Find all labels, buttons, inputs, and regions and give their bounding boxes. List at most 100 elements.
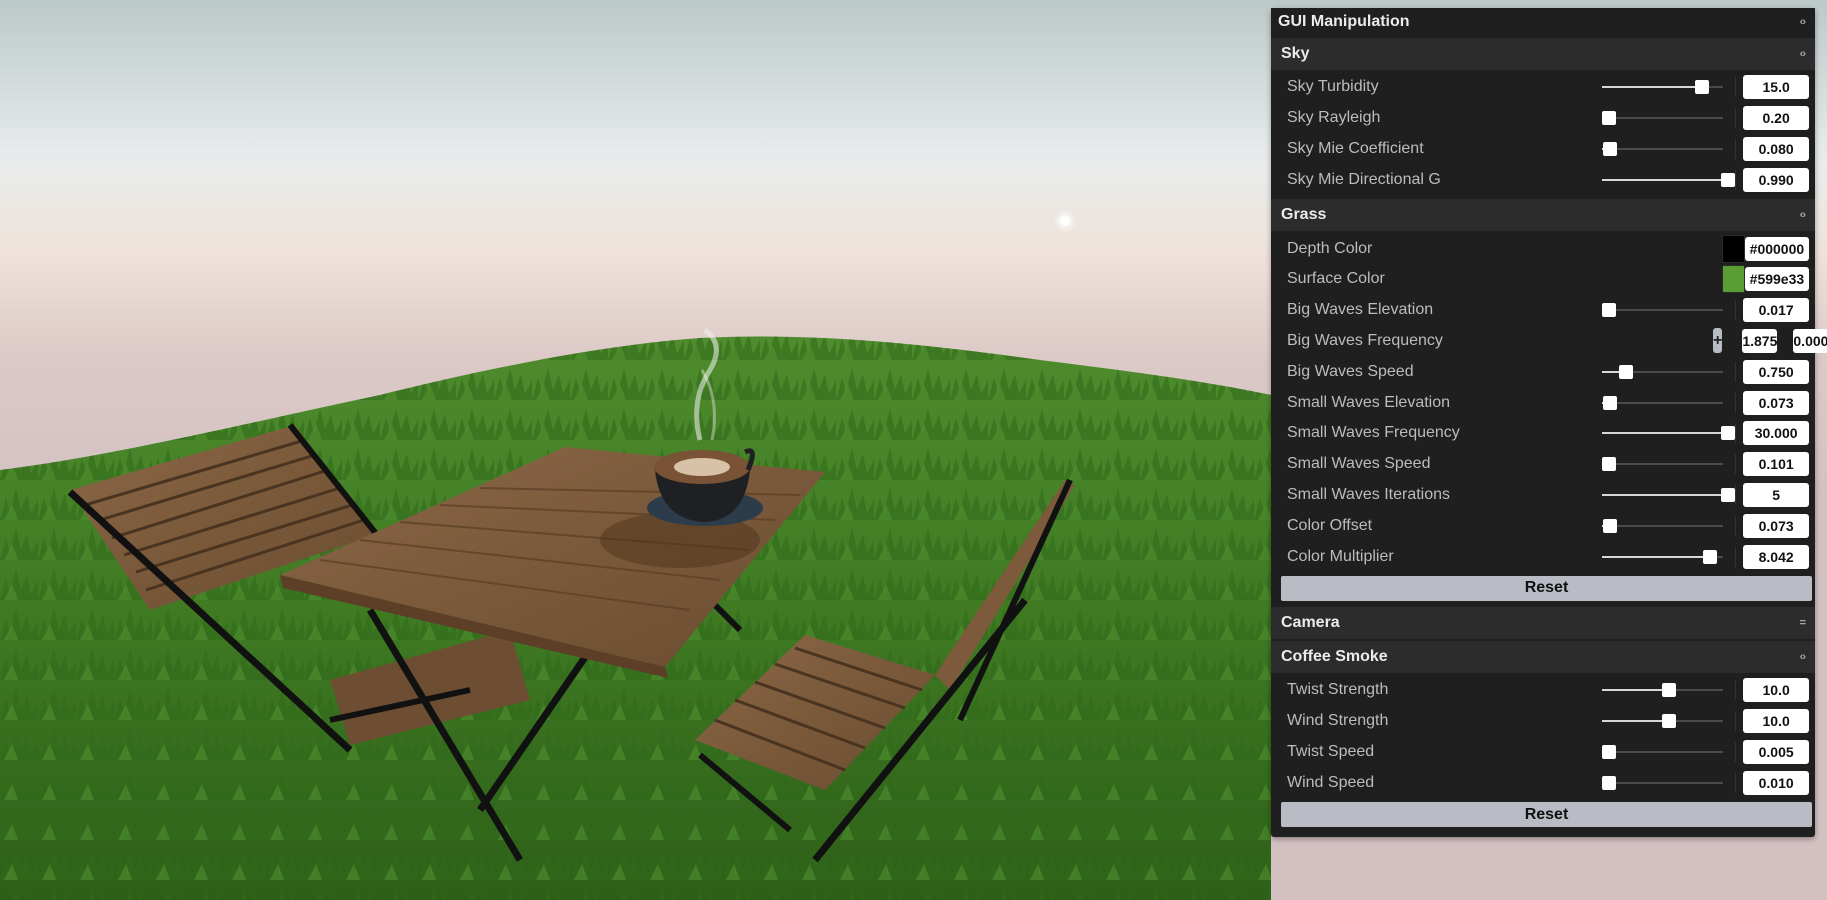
slider-thumb[interactable] xyxy=(1602,303,1616,318)
coffee-smoke-reset-button[interactable]: Reset xyxy=(1281,802,1812,828)
slider-track xyxy=(1602,117,1724,120)
slider-row: Color Multiplier 8.042 xyxy=(1271,541,1815,572)
slider-thumb[interactable] xyxy=(1603,518,1617,533)
slider[interactable] xyxy=(1602,549,1724,564)
folder-grass[interactable]: Grass ‹› xyxy=(1271,199,1815,232)
slider-thumb[interactable] xyxy=(1721,172,1735,187)
slider-fill xyxy=(1602,432,1735,435)
slider-thumb[interactable] xyxy=(1603,141,1617,156)
slider-track xyxy=(1602,463,1724,466)
slider-thumb[interactable] xyxy=(1662,714,1676,729)
number-input[interactable]: 15.0 xyxy=(1743,75,1809,100)
slider-row: Small Waves Iterations 5 xyxy=(1271,480,1815,511)
collapse-toggle-icon[interactable]: ‹› xyxy=(1800,16,1806,28)
number-input[interactable]: 10.0 xyxy=(1743,709,1809,734)
control-label: Surface Color xyxy=(1287,270,1385,288)
slider[interactable] xyxy=(1602,111,1724,126)
folder-sky[interactable]: Sky ‹› xyxy=(1271,38,1815,70)
slider[interactable] xyxy=(1602,172,1735,187)
slider[interactable] xyxy=(1602,744,1724,759)
move-icon[interactable]: + xyxy=(1713,328,1723,354)
depth-color-swatch[interactable] xyxy=(1722,234,1745,263)
control-label: Sky Turbidity xyxy=(1287,78,1379,96)
slider-track xyxy=(1602,524,1724,527)
slider-row: Small Waves Elevation 0.073 xyxy=(1271,387,1815,418)
divider xyxy=(1735,741,1737,762)
control-label: Big Waves Speed xyxy=(1287,362,1414,380)
collapse-toggle-icon[interactable]: ‹› xyxy=(1800,209,1806,221)
slider-thumb[interactable] xyxy=(1602,775,1616,790)
divider xyxy=(1735,546,1737,567)
slider-thumb[interactable] xyxy=(1603,395,1617,410)
slider[interactable] xyxy=(1602,426,1735,441)
folder-label: Coffee Smoke xyxy=(1281,647,1388,665)
number-input[interactable]: 0.080 xyxy=(1743,136,1809,161)
slider-track xyxy=(1602,401,1724,404)
number-input[interactable]: 0.017 xyxy=(1743,298,1809,323)
slider-fill xyxy=(1602,720,1669,723)
folder-label: Camera xyxy=(1281,613,1340,631)
number-input[interactable]: 0.005 xyxy=(1743,739,1809,764)
gui-title-bar[interactable]: GUI Manipulation ‹› xyxy=(1271,8,1815,36)
slider-thumb[interactable] xyxy=(1703,549,1717,564)
number-input-x[interactable]: 1.875 xyxy=(1742,328,1778,353)
slider-row: Sky Mie Directional G 0.990 xyxy=(1271,164,1815,195)
number-input[interactable]: 0.990 xyxy=(1743,167,1809,192)
number-input[interactable]: 0.750 xyxy=(1743,359,1809,384)
surface-color-swatch[interactable] xyxy=(1722,265,1745,294)
slider-fill xyxy=(1602,555,1710,558)
collapse-toggle-icon[interactable]: ‹› xyxy=(1800,48,1806,60)
number-input[interactable]: 0.073 xyxy=(1743,513,1809,538)
folder-label: Sky xyxy=(1281,45,1310,62)
divider xyxy=(1735,361,1737,382)
number-input[interactable]: 0.20 xyxy=(1743,106,1809,131)
slider-thumb[interactable] xyxy=(1695,80,1709,95)
slider[interactable] xyxy=(1602,395,1724,410)
number-input[interactable]: 0.010 xyxy=(1743,770,1809,795)
depth-color-input[interactable]: #000000 xyxy=(1744,236,1809,261)
slider[interactable] xyxy=(1602,141,1724,156)
slider-thumb[interactable] xyxy=(1721,426,1735,441)
slider[interactable] xyxy=(1602,714,1724,729)
slider-track xyxy=(1602,781,1724,784)
control-label: Big Waves Elevation xyxy=(1287,301,1434,319)
control-label: Big Waves Frequency xyxy=(1287,331,1443,349)
expand-toggle-icon[interactable]: = xyxy=(1800,617,1807,629)
slider[interactable] xyxy=(1602,683,1724,698)
grass-reset-button[interactable]: Reset xyxy=(1281,575,1812,601)
number-input-y[interactable]: 0.000 xyxy=(1793,328,1827,353)
slider[interactable] xyxy=(1602,364,1724,379)
slider[interactable] xyxy=(1602,303,1724,318)
smoke-slider-list: Twist Strength 10.0 Wind Strength 10.0 Twist… xyxy=(1271,675,1815,798)
slider-thumb[interactable] xyxy=(1721,487,1735,502)
surface-color-input[interactable]: #599e33 xyxy=(1744,267,1809,292)
collapse-toggle-icon[interactable]: ‹› xyxy=(1800,651,1806,663)
number-input[interactable]: 10.0 xyxy=(1743,678,1809,703)
slider[interactable] xyxy=(1602,457,1724,472)
slider[interactable] xyxy=(1602,518,1724,533)
number-input[interactable]: 30.000 xyxy=(1743,421,1809,446)
number-input[interactable]: 5 xyxy=(1743,482,1809,507)
slider-thumb[interactable] xyxy=(1619,364,1633,379)
slider-row: Big Waves Speed 0.750 xyxy=(1271,356,1815,387)
slider-fill xyxy=(1602,689,1669,692)
number-input[interactable]: 0.101 xyxy=(1743,452,1809,477)
folder-coffee-smoke[interactable]: Coffee Smoke ‹› xyxy=(1271,640,1815,673)
control-label: Small Waves Iterations xyxy=(1287,485,1451,503)
folder-label: Grass xyxy=(1281,206,1327,224)
slider-thumb[interactable] xyxy=(1602,111,1616,126)
folder-camera[interactable]: Camera = xyxy=(1271,606,1815,639)
slider[interactable] xyxy=(1602,487,1735,502)
slider-row: Big Waves Elevation 0.017 xyxy=(1271,295,1815,326)
slider[interactable] xyxy=(1602,80,1724,95)
slider[interactable] xyxy=(1602,775,1724,790)
number-input[interactable]: 0.073 xyxy=(1743,390,1809,415)
slider-thumb[interactable] xyxy=(1662,683,1676,698)
slider-thumb[interactable] xyxy=(1602,744,1616,759)
slider-track xyxy=(1602,309,1724,312)
slider-thumb[interactable] xyxy=(1602,457,1616,472)
number-input[interactable]: 8.042 xyxy=(1743,544,1809,569)
slider-row: Twist Speed 0.005 xyxy=(1271,737,1815,768)
slider-track xyxy=(1602,750,1724,753)
sky-controls: Sky Turbidity 15.0 Sky Rayleigh 0.20 Sky Mie… xyxy=(1271,70,1815,198)
